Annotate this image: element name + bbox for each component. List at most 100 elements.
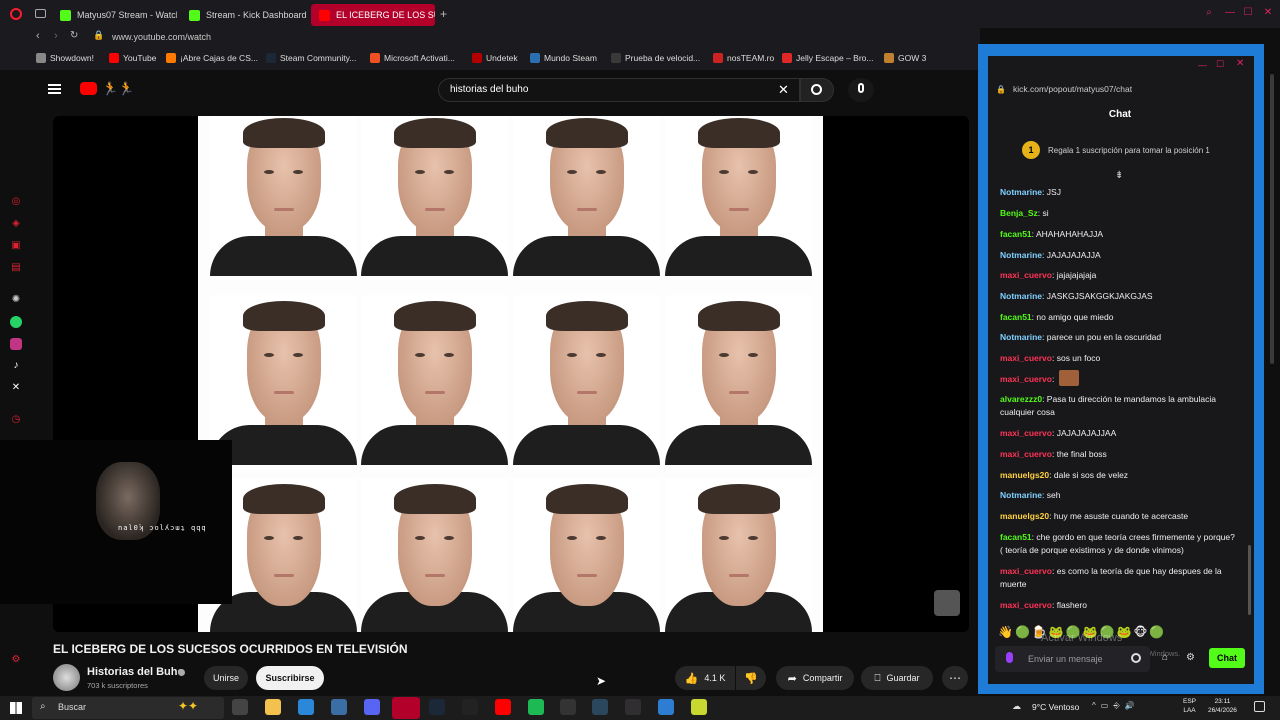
chat-username[interactable]: Notmarine [1000,332,1042,342]
forward-icon[interactable]: › [54,30,58,42]
instagram-icon[interactable] [10,338,22,350]
chat-username[interactable]: maxi_cuervo [1000,449,1052,459]
task-view-icon[interactable] [232,699,248,715]
chat-username[interactable]: maxi_cuervo [1000,270,1052,280]
close-window-button[interactable]: ✕ [1262,7,1274,19]
channel-watermark-icon[interactable] [934,590,960,616]
chat-username[interactable]: Notmarine [1000,291,1042,301]
chat-username[interactable]: Notmarine [1000,187,1042,197]
taskbar-clock[interactable]: 23:11 26/4/2026 [1208,697,1237,715]
more-actions-button[interactable]: ⋯ [942,666,968,690]
bookmark-item[interactable]: nosTEAM.ro [713,53,774,63]
twitch-icon[interactable]: ▣ [10,240,22,252]
collapse-pin-icon[interactable]: ⇟ [1115,170,1123,181]
search-input[interactable]: historias del buho [450,84,528,95]
chat-username[interactable]: maxi_cuervo [1000,600,1052,610]
tab-youtube-active[interactable]: EL ICEBERG DE LOS SUCE [311,4,435,26]
bookmark-item[interactable]: Undetek [472,53,518,63]
youtube-logo[interactable] [80,82,97,95]
crypto-wallet-icon[interactable]: ◈ [10,218,22,230]
save-button[interactable]: ⎕ Guardar [861,666,933,690]
whatsapp-icon[interactable] [10,316,22,328]
steam-app-icon[interactable] [592,699,608,715]
settings-icon[interactable]: ⚙ [10,654,22,666]
editor-app-icon[interactable] [658,699,674,715]
chat-username[interactable]: Notmarine [1000,250,1042,260]
audio-app-icon[interactable] [560,699,576,715]
new-tab-button[interactable]: + [440,7,447,21]
chat-username[interactable]: maxi_cuervo [1000,428,1052,438]
reload-icon[interactable]: ↻ [70,30,78,41]
obs-icon[interactable] [625,699,641,715]
chat-username[interactable]: manuelgs20 [1000,470,1049,480]
bookmark-item[interactable]: Jelly Escape – Bro... [782,53,873,63]
youtube-app-icon[interactable] [495,699,511,715]
channel-avatar[interactable] [53,664,80,691]
gift-icon[interactable]: ⌂ [1162,652,1168,663]
pinned-gift-banner[interactable]: 1 Regala 1 suscripción para tomar la pos… [1022,141,1210,159]
bookmark-item[interactable]: Steam Community... [266,53,356,63]
bookmark-item[interactable]: GOW 3 [884,53,926,63]
clear-search-icon[interactable]: ✕ [778,82,789,98]
bookmark-item[interactable]: Showdown! [36,53,94,63]
chat-username[interactable]: facan51 [1000,532,1032,542]
back-icon[interactable]: ‹ [36,30,40,42]
tiktok-icon[interactable]: ♪ [10,360,22,372]
maximize-button[interactable]: ☐ [1242,7,1254,19]
search-tabs-icon[interactable]: ⌕ [1203,7,1215,19]
chat-close-button[interactable]: ✕ [1236,58,1244,69]
gx-corner-icon[interactable]: ▤ [10,262,22,274]
bookmark-item[interactable]: Prueba de velocid... [611,53,700,63]
chat-username[interactable]: maxi_cuervo [1000,566,1052,576]
bookmark-item[interactable]: Microsoft Activati... [370,53,455,63]
search-button[interactable] [800,78,834,102]
like-button[interactable]: 👍 4.1 K [675,666,735,690]
chat-settings-icon[interactable]: ⚙ [1186,652,1195,663]
chat-minimize-button[interactable]: — [1198,60,1207,70]
share-button[interactable]: ➦ Compartir [776,666,854,690]
tab-kick-watch[interactable]: Matyus07 Stream - Watch [52,4,177,26]
dislike-button[interactable]: 👎 [736,666,766,690]
tab-overview-icon[interactable] [35,9,46,18]
tab-kick-dashboard[interactable]: Stream - Kick Dashboard [181,4,307,26]
chat-username[interactable]: maxi_cuervo [1000,374,1052,384]
x-twitter-icon[interactable]: ✕ [10,382,22,394]
voice-search-button[interactable] [848,78,874,102]
microsoft-store-icon[interactable] [298,699,314,715]
chat-send-button[interactable]: Chat [1209,648,1245,668]
minimize-button[interactable]: — [1224,7,1236,19]
history-icon[interactable]: ◷ [10,414,22,426]
calculator-app-icon[interactable] [331,699,347,715]
aria-icon[interactable]: ◎ [10,196,22,208]
chat-username[interactable]: manuelgs20 [1000,511,1049,521]
chat-username[interactable]: Benja_Sz [1000,208,1038,218]
windows-start-icon[interactable] [10,702,22,714]
url-field[interactable]: www.youtube.com/watch [112,32,211,42]
chat-username[interactable]: Notmarine [1000,490,1042,500]
steam-icon[interactable] [429,699,445,715]
game-app-icon[interactable] [462,699,478,715]
notification-icon[interactable] [1254,701,1265,712]
taskbar-language[interactable]: ESP LAA [1183,697,1196,715]
subscribe-button[interactable]: Suscribirse [256,666,324,690]
chat-username[interactable]: facan51 [1000,229,1032,239]
chat-mic-icon[interactable] [1006,652,1013,663]
system-tray-icons[interactable]: ^▭⎆🔊 [1092,701,1140,711]
discord-icon[interactable] [364,699,380,715]
spotify-icon[interactable] [528,699,544,715]
chat-username[interactable]: facan51 [1000,312,1032,322]
chat-url[interactable]: kick.com/popout/matyus07/chat [1013,84,1132,94]
hamburger-menu-icon[interactable] [48,84,61,94]
channel-name[interactable]: Historias del Buho [87,666,184,678]
page-scrollbar-thumb[interactable] [1270,74,1274,364]
bookmark-item[interactable]: ¡Abre Cajas de CS... [166,53,258,63]
bookmark-item[interactable]: YouTube [109,53,156,63]
chat-scrollbar[interactable] [1248,545,1251,615]
chatgpt-icon[interactable]: ✺ [10,294,22,306]
chat-username[interactable]: alvarezzz0 [1000,394,1042,404]
taskbar-weather[interactable]: 9°C Ventoso [1032,702,1079,712]
opera-gx-icon[interactable] [392,697,420,719]
chat-maximize-button[interactable]: ☐ [1216,59,1224,70]
file-explorer-icon[interactable] [265,699,281,715]
bookmark-item[interactable]: Mundo Steam [530,53,597,63]
